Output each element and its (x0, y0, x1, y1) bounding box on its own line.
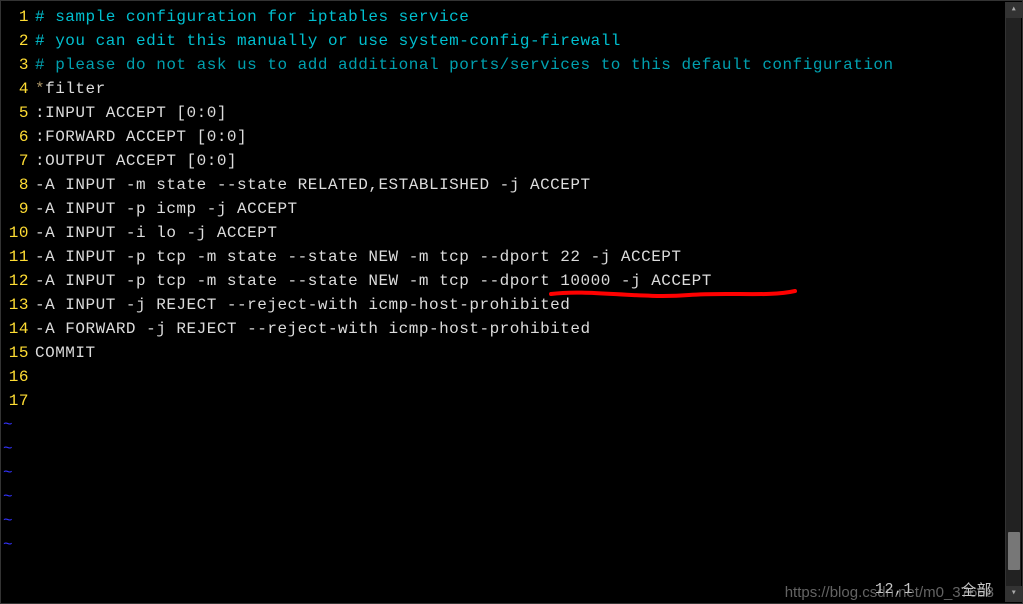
tilde-line: ~ (1, 461, 1022, 485)
code-line[interactable]: 16 (1, 365, 1022, 389)
line-number: 13 (1, 296, 35, 314)
line-number: 8 (1, 176, 35, 194)
line-content: -A FORWARD -j REJECT --reject-with icmp-… (35, 320, 591, 338)
code-line[interactable]: 5:INPUT ACCEPT [0:0] (1, 101, 1022, 125)
tilde-line: ~ (1, 437, 1022, 461)
line-number: 11 (1, 248, 35, 266)
code-line[interactable]: 4*filter (1, 77, 1022, 101)
tilde-line: ~ (1, 485, 1022, 509)
code-line[interactable]: 12-A INPUT -p tcp -m state --state NEW -… (1, 269, 1022, 293)
line-number: 12 (1, 272, 35, 290)
code-line[interactable]: 17 (1, 389, 1022, 413)
line-content: -A INPUT -i lo -j ACCEPT (35, 224, 277, 242)
line-number: 2 (1, 32, 35, 50)
line-content: COMMIT (35, 344, 96, 362)
code-line[interactable]: 10-A INPUT -i lo -j ACCEPT (1, 221, 1022, 245)
line-number: 14 (1, 320, 35, 338)
line-content: # please do not ask us to add additional… (35, 56, 894, 74)
watermark-text: https://blog.csdn.net/m0_37698 (785, 584, 994, 601)
line-content: # you can edit this manually or use syst… (35, 32, 621, 50)
tilde-icon: ~ (1, 512, 13, 530)
tilde-icon: ~ (1, 488, 13, 506)
line-content: -A INPUT -p tcp -m state --state NEW -m … (35, 248, 682, 266)
line-content: -A INPUT -p icmp -j ACCEPT (35, 200, 298, 218)
code-line[interactable]: 15COMMIT (1, 341, 1022, 365)
line-number: 1 (1, 8, 35, 26)
line-number: 16 (1, 368, 35, 386)
code-line[interactable]: 7:OUTPUT ACCEPT [0:0] (1, 149, 1022, 173)
line-number: 10 (1, 224, 35, 242)
tilde-line: ~ (1, 413, 1022, 437)
tilde-icon: ~ (1, 440, 13, 458)
code-line[interactable]: 8-A INPUT -m state --state RELATED,ESTAB… (1, 173, 1022, 197)
tilde-icon: ~ (1, 536, 13, 554)
code-line[interactable]: 14-A FORWARD -j REJECT --reject-with icm… (1, 317, 1022, 341)
vertical-scrollbar[interactable]: ▴ ▾ (1005, 2, 1021, 602)
code-line[interactable]: 11-A INPUT -p tcp -m state --state NEW -… (1, 245, 1022, 269)
line-content: # sample configuration for iptables serv… (35, 8, 469, 26)
line-content: -A INPUT -p tcp -m state --state NEW -m … (35, 272, 712, 290)
scroll-up-button[interactable]: ▴ (1006, 2, 1022, 18)
tilde-line: ~ (1, 533, 1022, 557)
code-line[interactable]: 2# you can edit this manually or use sys… (1, 29, 1022, 53)
scroll-thumb[interactable] (1008, 532, 1020, 570)
code-line[interactable]: 3# please do not ask us to add additiona… (1, 53, 1022, 77)
scroll-down-button[interactable]: ▾ (1006, 586, 1022, 602)
line-content: :FORWARD ACCEPT [0:0] (35, 128, 247, 146)
code-line[interactable]: 13-A INPUT -j REJECT --reject-with icmp-… (1, 293, 1022, 317)
editor-viewport[interactable]: 1# sample configuration for iptables ser… (1, 1, 1022, 603)
line-number: 7 (1, 152, 35, 170)
line-content: -A INPUT -m state --state RELATED,ESTABL… (35, 176, 591, 194)
code-line[interactable]: 6:FORWARD ACCEPT [0:0] (1, 125, 1022, 149)
code-line[interactable]: 1# sample configuration for iptables ser… (1, 5, 1022, 29)
tilde-line: ~ (1, 509, 1022, 533)
line-number: 15 (1, 344, 35, 362)
tilde-icon: ~ (1, 416, 13, 434)
code-line[interactable]: 9-A INPUT -p icmp -j ACCEPT (1, 197, 1022, 221)
line-content: -A INPUT -j REJECT --reject-with icmp-ho… (35, 296, 570, 314)
editor-window: 1# sample configuration for iptables ser… (0, 0, 1023, 604)
line-content: :INPUT ACCEPT [0:0] (35, 104, 227, 122)
line-content: :OUTPUT ACCEPT [0:0] (35, 152, 237, 170)
line-content: *filter (35, 80, 106, 98)
line-number: 3 (1, 56, 35, 74)
line-number: 9 (1, 200, 35, 218)
tilde-icon: ~ (1, 464, 13, 482)
line-number: 5 (1, 104, 35, 122)
line-number: 17 (1, 392, 35, 410)
line-number: 6 (1, 128, 35, 146)
line-number: 4 (1, 80, 35, 98)
